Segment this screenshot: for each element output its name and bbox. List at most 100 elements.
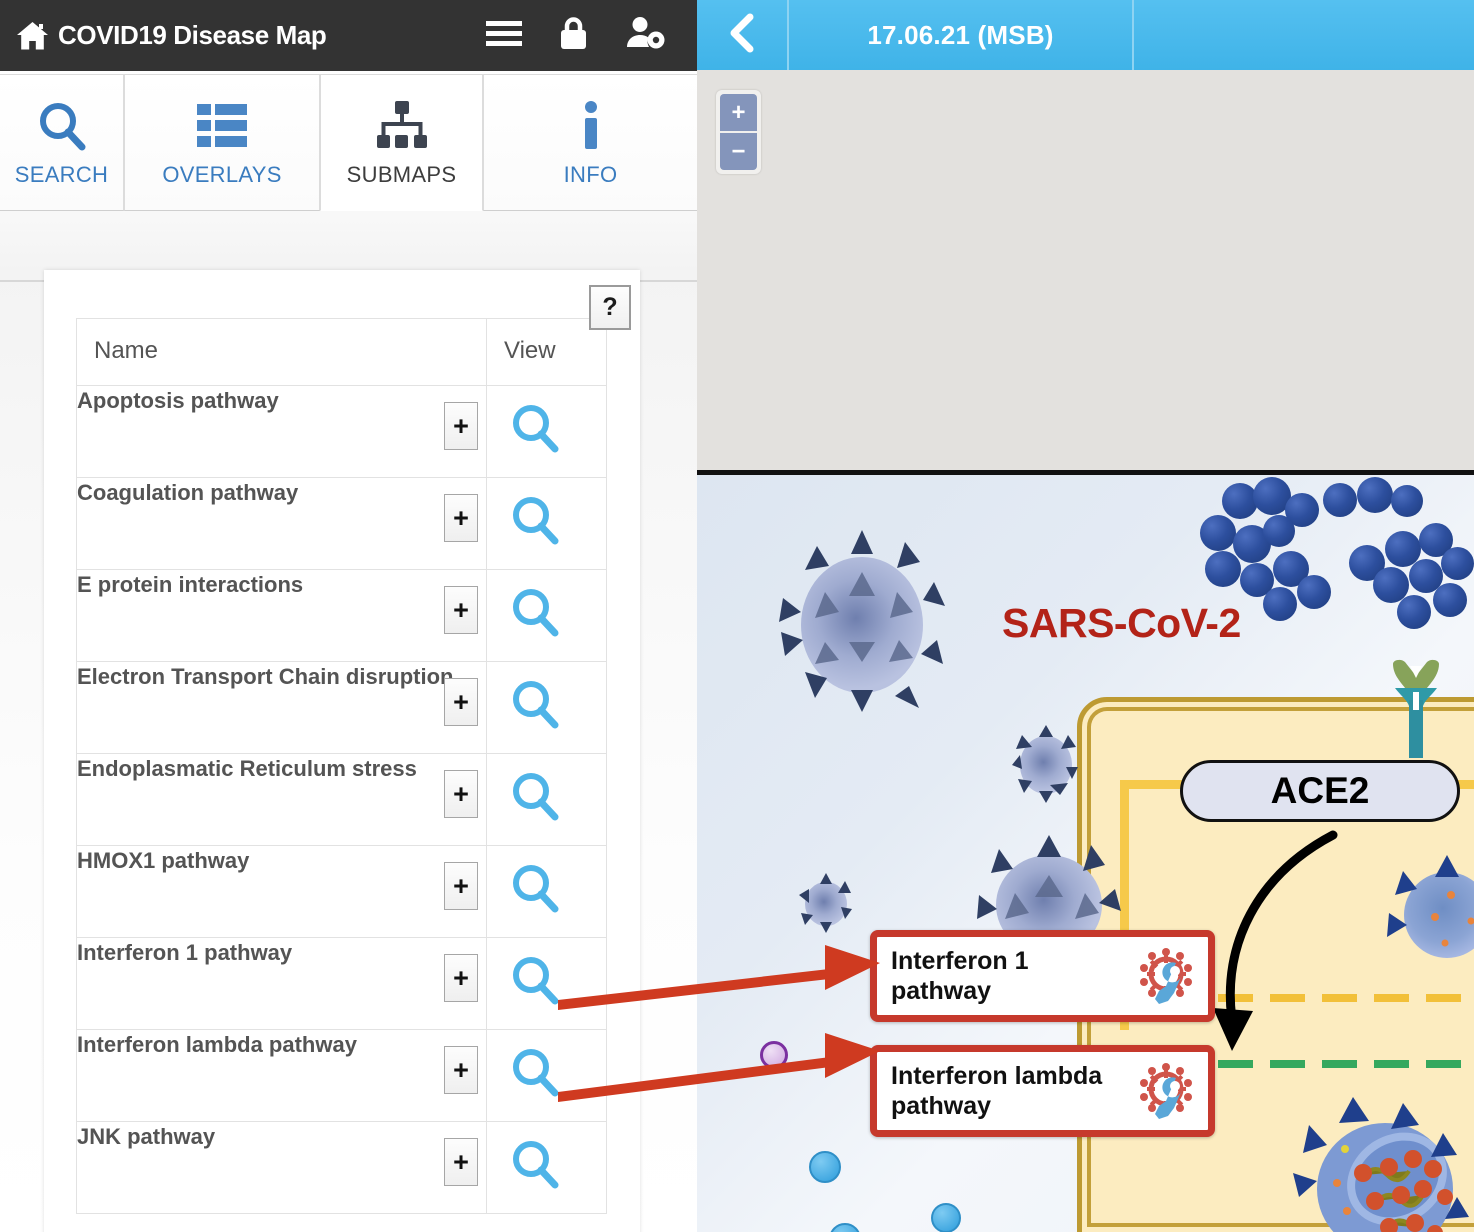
view-cell[interactable] xyxy=(487,1122,607,1214)
table-row[interactable]: Interferon lambda pathway+ xyxy=(77,1030,607,1122)
zoom-out-button[interactable]: − xyxy=(720,133,757,170)
info-icon xyxy=(581,99,601,153)
table-row[interactable]: Interferon 1 pathway+ xyxy=(77,938,607,1030)
molecule-blue-1[interactable] xyxy=(809,1151,841,1183)
ace2-receptor-icon xyxy=(1387,658,1445,758)
virus-particle-large xyxy=(777,530,947,720)
expand-button[interactable]: + xyxy=(444,586,478,634)
table-row[interactable]: JNK pathway+ xyxy=(77,1122,607,1214)
submaps-table-body: Apoptosis pathway+Coagulation pathway+E … xyxy=(77,386,607,1214)
view-cell[interactable] xyxy=(487,846,607,938)
help-button[interactable]: ? xyxy=(589,285,631,330)
magnifier-icon[interactable] xyxy=(509,770,606,827)
map-topbar: 17.06.21 (MSB) xyxy=(697,0,1474,70)
ace2-node[interactable]: ACE2 xyxy=(1180,760,1460,822)
expand-button[interactable]: + xyxy=(444,678,478,726)
submap-name-cell: HMOX1 pathway+ xyxy=(77,846,487,938)
virus-particle-intracellular-2 xyxy=(1293,1097,1473,1232)
virus-particle-medium xyxy=(1010,725,1082,805)
submap-box-interferon-lambda[interactable]: Interferon lambda pathway xyxy=(870,1045,1215,1137)
app-header: COVID19 Disease Map xyxy=(0,0,697,71)
tab-overlays[interactable]: OVERLAYS xyxy=(124,74,320,211)
view-cell[interactable] xyxy=(487,1030,607,1122)
expand-button[interactable]: + xyxy=(444,1046,478,1094)
tab-search[interactable]: SEARCH xyxy=(0,74,124,211)
list-grid-icon xyxy=(197,99,247,153)
map-title-tab[interactable]: 17.06.21 (MSB) xyxy=(789,0,1134,70)
submaps-table: Name View Apoptosis pathway+Coagulation … xyxy=(76,318,607,1214)
magnifier-icon[interactable] xyxy=(509,1046,606,1103)
submap-box-label: Interferon lambda pathway xyxy=(891,1061,1132,1121)
table-row[interactable]: E protein interactions+ xyxy=(77,570,607,662)
back-button[interactable] xyxy=(697,0,789,70)
virus-wrench-icon xyxy=(1132,947,1194,1005)
virus-wrench-icon xyxy=(1132,1062,1194,1120)
magnifier-icon[interactable] xyxy=(509,954,606,1011)
app-root: COVID19 Disease Map xyxy=(0,0,1474,1232)
submap-box-label: Interferon 1 pathway xyxy=(891,946,1132,1006)
magnifier-icon[interactable] xyxy=(509,494,606,551)
panel-tab-bar: SEARCH OVERLAYS xyxy=(0,71,697,211)
submap-name-cell: Interferon 1 pathway+ xyxy=(77,938,487,1030)
view-cell[interactable] xyxy=(487,938,607,1030)
submap-box-interferon-1[interactable]: Interferon 1 pathway xyxy=(870,930,1215,1022)
submap-name-cell: E protein interactions+ xyxy=(77,570,487,662)
virus-particle-small xyxy=(797,873,855,935)
left-panel: COVID19 Disease Map xyxy=(0,0,697,1232)
table-header-row: Name View xyxy=(77,319,607,386)
table-row[interactable]: Endoplasmatic Reticulum stress+ xyxy=(77,754,607,846)
tab-label-info: INFO xyxy=(564,162,618,188)
zoom-controls: + − xyxy=(716,90,761,174)
expand-button[interactable]: + xyxy=(444,770,478,818)
submap-name-cell: Coagulation pathway+ xyxy=(77,478,487,570)
view-cell[interactable] xyxy=(487,386,607,478)
table-row[interactable]: Coagulation pathway+ xyxy=(77,478,607,570)
hierarchy-icon xyxy=(375,99,429,153)
map-panel: 17.06.21 (MSB) + − xyxy=(697,0,1474,1232)
column-header-name: Name xyxy=(77,319,487,386)
table-row[interactable]: Electron Transport Chain disruption+ xyxy=(77,662,607,754)
expand-button[interactable]: + xyxy=(444,862,478,910)
user-settings-icon[interactable] xyxy=(625,16,665,55)
tab-label-search: SEARCH xyxy=(15,162,109,188)
magnifier-icon[interactable] xyxy=(509,586,606,643)
magnifier-icon[interactable] xyxy=(509,1138,606,1195)
molecule-blue-2[interactable] xyxy=(829,1223,861,1232)
tab-info[interactable]: INFO xyxy=(483,74,697,211)
molecule-purple[interactable] xyxy=(760,1041,788,1069)
submap-name-cell: Interferon lambda pathway+ xyxy=(77,1030,487,1122)
magnifier-icon[interactable] xyxy=(509,862,606,919)
magnifier-icon[interactable] xyxy=(509,402,606,459)
lock-icon[interactable] xyxy=(558,15,589,56)
submap-name-cell: JNK pathway+ xyxy=(77,1122,487,1214)
molecule-blue-3[interactable] xyxy=(931,1203,961,1232)
expand-button[interactable]: + xyxy=(444,494,478,542)
map-canvas[interactable]: ACE2 SARS-CoV-2 xyxy=(697,470,1474,1232)
submap-name-cell: Endoplasmatic Reticulum stress+ xyxy=(77,754,487,846)
chevron-left-icon xyxy=(729,13,755,58)
magnifier-icon xyxy=(36,99,88,153)
header-icon-group xyxy=(486,0,665,71)
zoom-in-button[interactable]: + xyxy=(720,94,757,131)
magnifier-icon[interactable] xyxy=(509,678,606,735)
ace2-label: ACE2 xyxy=(1271,770,1370,812)
view-cell[interactable] xyxy=(487,754,607,846)
view-cell[interactable] xyxy=(487,662,607,754)
submap-name-cell: Electron Transport Chain disruption+ xyxy=(77,662,487,754)
tab-submaps[interactable]: SUBMAPS xyxy=(320,74,483,211)
tab-label-overlays: OVERLAYS xyxy=(162,162,281,188)
submaps-table-head: Name View xyxy=(77,319,607,386)
brand[interactable]: COVID19 Disease Map xyxy=(0,20,326,51)
menu-icon[interactable] xyxy=(486,20,522,52)
app-title: COVID19 Disease Map xyxy=(58,20,326,51)
expand-button[interactable]: + xyxy=(444,402,478,450)
home-icon xyxy=(16,21,49,51)
expand-button[interactable]: + xyxy=(444,954,478,1002)
table-row[interactable]: Apoptosis pathway+ xyxy=(77,386,607,478)
view-cell[interactable] xyxy=(487,570,607,662)
table-row[interactable]: HMOX1 pathway+ xyxy=(77,846,607,938)
sars-cov-2-label: SARS-CoV-2 xyxy=(1002,600,1241,647)
submap-name-cell: Apoptosis pathway+ xyxy=(77,386,487,478)
expand-button[interactable]: + xyxy=(444,1138,478,1186)
view-cell[interactable] xyxy=(487,478,607,570)
